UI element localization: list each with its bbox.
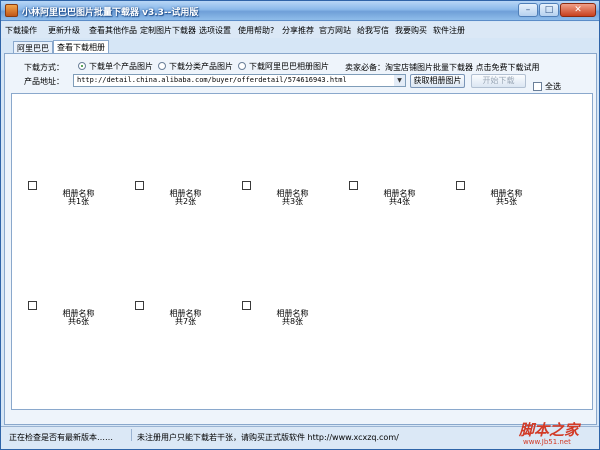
menu-contact[interactable]: 给我写信	[357, 25, 389, 36]
select-all-label: 全选	[545, 82, 561, 91]
watermark-url: www.Jb51.net	[523, 438, 571, 446]
product-url-input[interactable]: http://detail.china.alibaba.com/buyer/of…	[73, 74, 406, 87]
status-registration-notice: 未注册用户只能下载若干张，请购买正式版软件 http://www.xcxzq.c…	[137, 433, 399, 442]
menu-website[interactable]: 官方网站	[319, 25, 351, 36]
site-watermark: 脚本之家 www.Jb51.net	[519, 419, 597, 449]
album-checkbox[interactable]	[242, 301, 251, 310]
menu-bar: 下载操作 更新升级 查看其他作品 定制图片下载器 选项设置 使用帮助? 分享推荐…	[1, 22, 599, 38]
album-item[interactable]: 相册名称 共6张	[28, 301, 128, 331]
radio-category-products[interactable]: 下载分类产品图片	[158, 61, 233, 71]
menu-custom-downloader[interactable]: 定制图片下载器	[140, 25, 196, 36]
album-item[interactable]: 相册名称 共2张	[135, 181, 235, 211]
menu-other-works[interactable]: 查看其他作品	[89, 25, 137, 36]
menu-update[interactable]: 更新升级	[48, 25, 80, 36]
radio-dot	[238, 62, 246, 70]
radio-single-product[interactable]: 下载单个产品图片	[78, 61, 153, 71]
window-title: 小林阿里巴巴图片批量下载器 v3.3--试用版	[22, 8, 199, 18]
album-count: 共8张	[281, 317, 304, 326]
select-all-checkbox[interactable]	[533, 82, 542, 91]
menu-share[interactable]: 分享推荐	[282, 25, 314, 36]
album-checkbox[interactable]	[242, 181, 251, 190]
get-album-button[interactable]: 获取相册图片	[410, 74, 465, 88]
album-count: 共7张	[174, 317, 197, 326]
watermark-main: 脚本之家	[519, 421, 580, 439]
radio-single-product-label: 下载单个产品图片	[89, 61, 153, 71]
album-checkbox[interactable]	[135, 181, 144, 190]
close-button[interactable]: ✕	[560, 3, 596, 17]
start-download-button[interactable]: 开始下载	[471, 74, 526, 88]
album-item[interactable]: 相册名称 共3张	[242, 181, 342, 211]
menu-settings[interactable]: 选项设置	[199, 25, 231, 36]
promo-link[interactable]: 卖家必备：淘宝店铺图片批量下载器 点击免费下载试用	[345, 62, 540, 73]
album-gallery	[11, 93, 593, 410]
album-count: 共4张	[388, 197, 411, 206]
product-url-label: 产品地址：	[24, 77, 64, 86]
album-checkbox[interactable]	[349, 181, 358, 190]
minimize-button[interactable]: –	[518, 3, 538, 17]
status-divider	[131, 429, 132, 441]
album-item[interactable]: 相册名称 共1张	[28, 181, 128, 211]
album-item[interactable]: 相册名称 共7张	[135, 301, 235, 331]
status-update-check: 正在检查是否有最新版本……	[9, 433, 113, 442]
menu-help[interactable]: 使用帮助?	[238, 25, 274, 36]
menu-download[interactable]: 下载操作	[5, 25, 37, 36]
menu-register[interactable]: 软件注册	[433, 25, 465, 36]
album-item[interactable]: 相册名称 共8张	[242, 301, 342, 331]
title-bar[interactable]: 小林阿里巴巴图片批量下载器 v3.3--试用版 – □ ✕	[1, 1, 599, 21]
album-checkbox[interactable]	[135, 301, 144, 310]
app-icon	[5, 4, 18, 17]
select-all[interactable]: 全选	[533, 81, 561, 92]
album-count: 共2张	[174, 197, 197, 206]
radio-alibaba-album-label: 下载阿里巴巴相册图片	[249, 61, 329, 71]
album-item[interactable]: 相册名称 共5张	[456, 181, 556, 211]
menu-buy[interactable]: 我要购买	[395, 25, 427, 36]
album-item[interactable]: 相册名称 共4张	[349, 181, 449, 211]
album-checkbox[interactable]	[28, 181, 37, 190]
download-mode-label: 下载方式：	[24, 63, 64, 72]
radio-category-products-label: 下载分类产品图片	[169, 61, 233, 71]
album-checkbox[interactable]	[28, 301, 37, 310]
radio-dot	[158, 62, 166, 70]
app-window: 小林阿里巴巴图片批量下载器 v3.3--试用版 – □ ✕ 下载操作 更新升级 …	[0, 0, 600, 450]
url-dropdown-icon[interactable]: ▼	[394, 75, 405, 86]
album-count: 共5张	[495, 197, 518, 206]
radio-alibaba-album[interactable]: 下载阿里巴巴相册图片	[238, 61, 329, 71]
album-count: 共3张	[281, 197, 304, 206]
tab-strip: 阿里巴巴 查看下载相册	[1, 39, 599, 54]
tab-view-albums[interactable]: 查看下载相册	[53, 40, 109, 54]
radio-dot-selected	[78, 62, 86, 70]
album-count: 共1张	[67, 197, 90, 206]
album-count: 共6张	[67, 317, 90, 326]
album-checkbox[interactable]	[456, 181, 465, 190]
maximize-button[interactable]: □	[539, 3, 559, 17]
